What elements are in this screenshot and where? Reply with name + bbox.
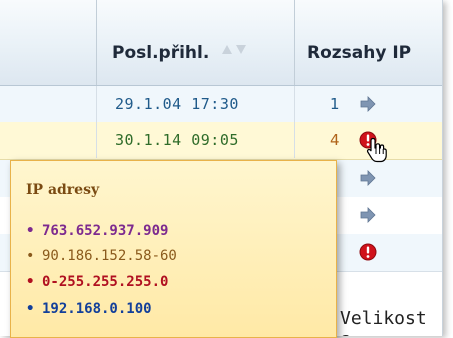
- header-last-login-label: Posl.přihl.: [112, 43, 210, 63]
- bullet-icon: •: [26, 248, 35, 264]
- header-ip-ranges[interactable]: Rozsahy IP: [295, 0, 442, 85]
- sort-arrows-icon[interactable]: [221, 42, 247, 56]
- ip-range-count: 4: [330, 131, 340, 149]
- header-cell-blank: [0, 0, 97, 85]
- arrow-right-icon[interactable]: [360, 170, 376, 186]
- last-login-value: 29.1.04 17:30: [115, 95, 239, 113]
- table-row[interactable]: 29.1.04 17:30 1: [0, 86, 442, 124]
- arrow-right-icon[interactable]: [360, 96, 376, 112]
- alert-icon[interactable]: [359, 243, 377, 261]
- footer-text: Velikost s: [340, 308, 427, 336]
- tooltip-title: IP adresy: [26, 182, 100, 198]
- hand-cursor-icon: [366, 137, 387, 163]
- ip-addresses-tooltip: IP adresy • 763.652.937.909 • 90.186.152.5…: [10, 160, 337, 338]
- bullet-icon: •: [26, 301, 35, 317]
- header-last-login[interactable]: Posl.přihl.: [97, 0, 295, 85]
- bullet-icon: •: [26, 223, 35, 239]
- last-login-value: 30.1.14 09:05: [115, 131, 239, 149]
- ip-address-item: • 192.168.0.100: [26, 301, 152, 317]
- table-header: Posl.přihl. Rozsahy IP: [0, 0, 442, 86]
- bullet-icon: •: [26, 274, 35, 290]
- ip-address-item: • 763.652.937.909: [26, 223, 169, 239]
- header-ip-ranges-label: Rozsahy IP: [307, 43, 412, 63]
- ip-address-item: • 0-255.255.255.0: [26, 274, 169, 290]
- ip-address-item: • 90.186.152.58-60: [26, 248, 177, 264]
- ip-range-count: 1: [330, 95, 340, 113]
- arrow-right-icon[interactable]: [360, 207, 376, 223]
